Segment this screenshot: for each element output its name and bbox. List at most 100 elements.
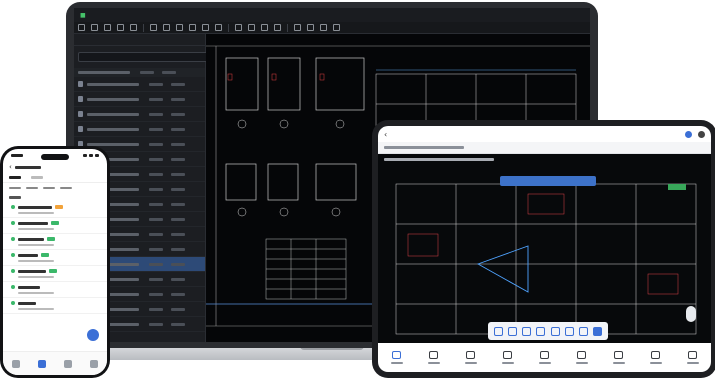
app-titlebar: ■: [74, 8, 590, 22]
phone-screen: ‹: [3, 149, 107, 375]
list-item[interactable]: [3, 218, 107, 234]
bottom-nav-item[interactable]: [612, 351, 625, 364]
annotation-toolbar: [488, 322, 608, 340]
annotation-tool-icon[interactable]: [579, 326, 589, 336]
nav-icon: [466, 351, 475, 359]
toolbar-tool-icon[interactable]: [78, 24, 85, 31]
bottom-nav-item[interactable]: [649, 351, 662, 364]
status-badge: [41, 253, 49, 257]
toolbar-tool-icon[interactable]: [189, 24, 196, 31]
toolbar-separator: [287, 23, 288, 32]
row-cell: [87, 82, 139, 86]
scroll-handle[interactable]: [686, 306, 696, 322]
row-cell: [171, 262, 185, 266]
bottom-nav-item[interactable]: [427, 351, 440, 364]
list-item[interactable]: [3, 250, 107, 266]
tab-drawings[interactable]: [9, 176, 21, 179]
list-item[interactable]: [3, 234, 107, 250]
annotation-tool-icon[interactable]: [493, 326, 503, 336]
file-icon: [78, 81, 83, 87]
toolbar-tool-icon[interactable]: [248, 24, 255, 31]
back-icon[interactable]: ‹: [9, 163, 12, 171]
tab-records[interactable]: [31, 176, 43, 179]
share-icon[interactable]: [698, 130, 705, 138]
column-header-name: [78, 71, 130, 74]
add-button[interactable]: [87, 329, 99, 341]
toolbar-tool-icon[interactable]: [163, 24, 170, 31]
file-icon: [11, 237, 15, 241]
user-avatar-icon[interactable]: [685, 130, 692, 138]
row-cell: [87, 127, 139, 131]
filter-three[interactable]: [43, 187, 55, 189]
profile-icon[interactable]: [90, 359, 98, 368]
toolbar-tool-icon[interactable]: [294, 24, 301, 31]
phone-header: ‹: [3, 161, 107, 173]
item-date: [18, 228, 54, 230]
bottom-nav-item[interactable]: [390, 351, 403, 364]
drawing-list: [3, 202, 107, 314]
file-icon: [11, 269, 15, 273]
toolbar-tool-icon[interactable]: [150, 24, 157, 31]
list-item[interactable]: [3, 298, 107, 314]
toolbar-tool-icon[interactable]: [91, 24, 98, 31]
row-cell: [149, 187, 163, 191]
row-cell: [171, 187, 185, 191]
bottom-nav-item[interactable]: [538, 351, 551, 364]
row-cell: [171, 322, 185, 326]
nav-icon: [540, 351, 549, 359]
row-cell: [149, 112, 163, 116]
section-header: [3, 193, 107, 202]
filter-two[interactable]: [26, 187, 38, 189]
item-title: [18, 285, 40, 289]
toolbar-tool-icon[interactable]: [333, 24, 340, 31]
drawing-row[interactable]: [74, 107, 205, 122]
toolbar-tool-icon[interactable]: [274, 24, 281, 31]
annotation-tool-icon[interactable]: [522, 326, 532, 336]
bottom-nav-item[interactable]: [501, 351, 514, 364]
row-cell: [171, 277, 185, 281]
nav-label: [538, 362, 551, 364]
tablet-cad-canvas[interactable]: [378, 154, 711, 343]
tablet-screen: ‹: [378, 126, 711, 372]
drawing-row[interactable]: [74, 77, 205, 92]
toolbar-tool-icon[interactable]: [307, 24, 314, 31]
bottom-nav-item[interactable]: [464, 351, 477, 364]
annotation-tool-icon[interactable]: [507, 326, 517, 336]
bottom-nav-item[interactable]: [686, 351, 699, 364]
list-item[interactable]: [3, 282, 107, 298]
nav-icon: [503, 351, 512, 359]
toolbar-tool-icon[interactable]: [215, 24, 222, 31]
list-item[interactable]: [3, 266, 107, 282]
row-cell: [171, 172, 185, 176]
drawing-filter[interactable]: [384, 146, 464, 149]
annotation-tool-icon[interactable]: [564, 326, 574, 336]
filter-one[interactable]: [9, 187, 21, 189]
message-icon[interactable]: [64, 359, 72, 368]
toolbar-tool-icon[interactable]: [117, 24, 124, 31]
toolbar-tool-icon[interactable]: [261, 24, 268, 31]
toolbar-tool-icon[interactable]: [104, 24, 111, 31]
home-icon[interactable]: [12, 359, 20, 368]
bottom-nav-item[interactable]: [575, 351, 588, 364]
drawing-row[interactable]: [74, 92, 205, 107]
annotation-tool-icon[interactable]: [536, 326, 546, 336]
row-cell: [171, 202, 185, 206]
annotation-tool-icon[interactable]: [550, 326, 560, 336]
row-cell: [87, 97, 139, 101]
list-item[interactable]: [3, 202, 107, 218]
filter-four[interactable]: [60, 187, 72, 189]
toolbar-tool-icon[interactable]: [320, 24, 327, 31]
annotation-tool-icon[interactable]: [593, 326, 603, 336]
toolbar-tool-icon[interactable]: [176, 24, 183, 31]
drawing-row[interactable]: [74, 122, 205, 137]
row-cell: [149, 307, 163, 311]
drawings-icon[interactable]: [38, 359, 46, 368]
tablet: ‹: [372, 120, 715, 378]
toolbar-tool-icon[interactable]: [202, 24, 209, 31]
phone-bottom-nav: [3, 351, 107, 375]
toolbar-tool-icon[interactable]: [130, 24, 137, 31]
toolbar-tool-icon[interactable]: [235, 24, 242, 31]
back-icon[interactable]: ‹: [384, 130, 387, 139]
row-cell: [171, 307, 185, 311]
phone-tabs: [3, 173, 107, 183]
